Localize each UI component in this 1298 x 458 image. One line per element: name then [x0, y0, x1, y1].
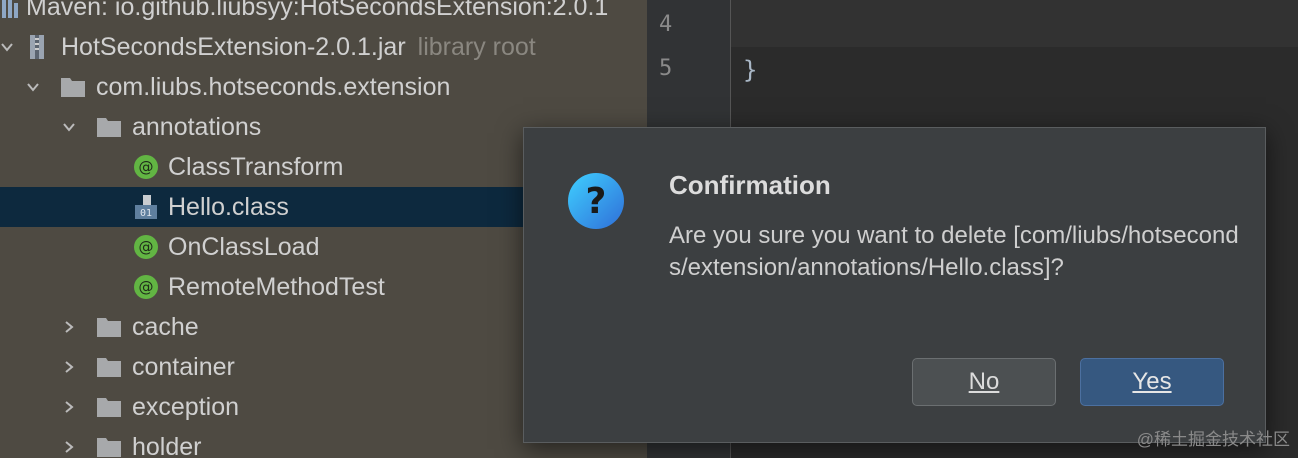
line-number: 4	[659, 12, 673, 37]
chevron-down-icon[interactable]	[62, 120, 76, 134]
tree-item-label: ClassTransform	[168, 152, 344, 181]
no-button[interactable]: No	[912, 358, 1056, 406]
tree-header-row[interactable]: Maven: io.github.liubsyy:HotSecondsExten…	[0, 0, 647, 27]
chevron-right-icon[interactable]	[62, 360, 76, 374]
tree-item-label: HotSecondsExtension-2.0.1.jar library roo…	[61, 32, 536, 61]
yes-button[interactable]: Yes	[1080, 358, 1224, 406]
tree-header-label: Maven: io.github.liubsyy:HotSecondsExten…	[26, 0, 609, 21]
tree-item-label: OnClassLoad	[168, 232, 320, 261]
chevron-down-icon[interactable]	[0, 40, 14, 54]
tree-item-label: container	[132, 352, 235, 381]
chevron-right-icon[interactable]	[62, 400, 76, 414]
line-number: 5	[659, 56, 673, 81]
annotation-icon: @	[133, 274, 159, 300]
tree-item-jar[interactable]: HotSecondsExtension-2.0.1.jar library roo…	[0, 27, 647, 67]
watermark: @稀土掘金技术社区	[1136, 430, 1290, 449]
folder-icon	[60, 74, 86, 100]
tree-item-label: cache	[132, 312, 199, 341]
question-icon: ?	[567, 172, 625, 230]
chevron-right-icon[interactable]	[62, 440, 76, 454]
class-file-icon: 01	[133, 194, 159, 220]
tree-item-label: annotations	[132, 112, 262, 141]
dialog-title: Confirmation	[669, 170, 831, 200]
tree-item-label: com.liubs.hotseconds.extension	[96, 72, 451, 101]
dialog-message: Are you sure you want to delete [com/liu…	[669, 222, 1239, 281]
no-button-label: No	[968, 368, 1000, 395]
library-root-hint: library root	[417, 32, 536, 61]
current-line-highlight	[731, 0, 1298, 47]
tree-item-label: holder	[132, 432, 202, 458]
tree-item-label: Hello.class	[168, 192, 289, 221]
confirmation-dialog: ? Confirmation Are you sure you want to …	[523, 127, 1266, 443]
svg-text:01: 01	[140, 208, 152, 219]
folder-icon	[96, 394, 122, 420]
tree-item-package[interactable]: com.liubs.hotseconds.extension	[0, 67, 647, 107]
annotation-icon: @	[133, 154, 159, 180]
folder-icon	[96, 314, 122, 340]
jar-icon	[24, 34, 50, 60]
chevron-right-icon[interactable]	[62, 320, 76, 334]
folder-icon	[96, 114, 122, 140]
svg-text:?: ?	[586, 181, 607, 222]
yes-button-label: Yes	[1132, 368, 1172, 395]
chevron-down-icon[interactable]	[26, 80, 40, 94]
folder-icon	[96, 354, 122, 380]
tree-item-label: RemoteMethodTest	[168, 272, 385, 301]
folder-icon	[96, 434, 122, 458]
library-icon	[0, 0, 26, 20]
svg-text:@: @	[139, 158, 154, 176]
code-line: }	[743, 56, 758, 84]
svg-text:@: @	[139, 278, 154, 296]
svg-text:@: @	[139, 238, 154, 256]
annotation-icon: @	[133, 234, 159, 260]
tree-item-label: exception	[132, 392, 240, 421]
